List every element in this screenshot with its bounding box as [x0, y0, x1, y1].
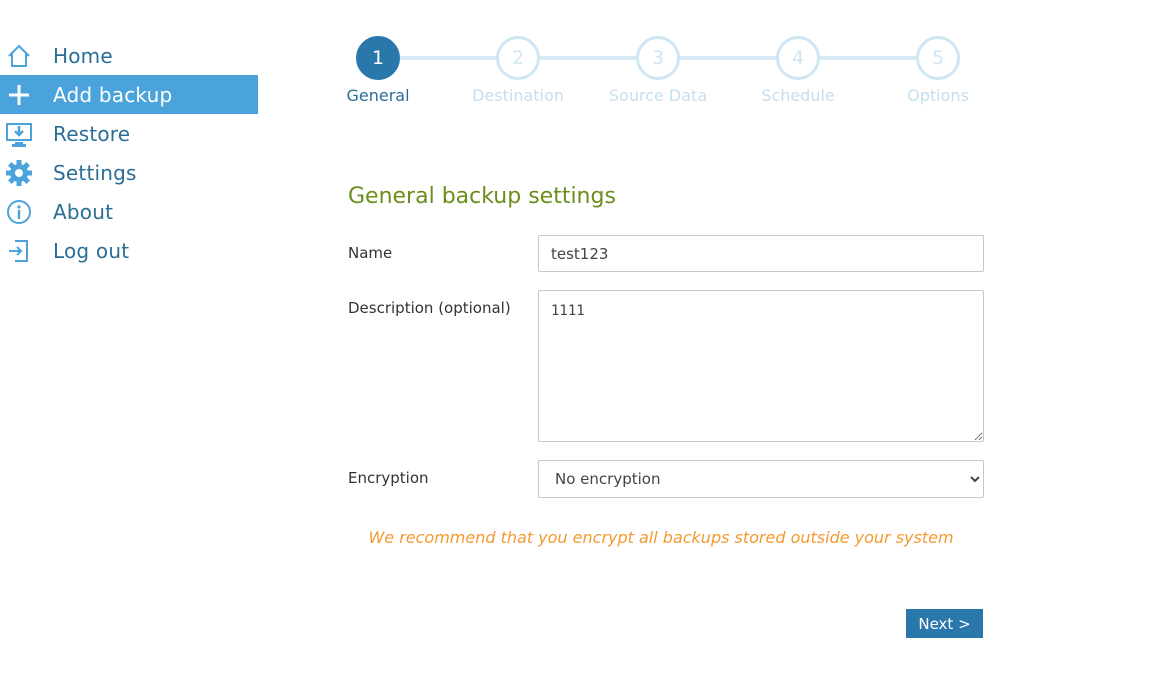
sidebar-item-settings[interactable]: Settings	[0, 153, 258, 192]
description-field[interactable]: 1111	[538, 290, 984, 442]
step-label: General	[346, 86, 410, 105]
description-label: Description (optional)	[348, 299, 511, 317]
step-schedule[interactable]: 4 Schedule	[728, 36, 868, 105]
sidebar-item-label: About	[53, 199, 114, 224]
step-number: 5	[916, 36, 960, 80]
name-field[interactable]	[538, 235, 984, 272]
sidebar-item-logout[interactable]: Log out	[0, 231, 258, 270]
sidebar: Home Add backup Restore Settings About L…	[0, 36, 258, 270]
step-number: 1	[356, 36, 400, 80]
step-destination[interactable]: 2 Destination	[448, 36, 588, 105]
step-label: Schedule	[761, 86, 835, 105]
sidebar-item-add-backup[interactable]: Add backup	[0, 75, 258, 114]
encryption-label: Encryption	[348, 469, 429, 487]
step-number: 4	[776, 36, 820, 80]
sidebar-item-restore[interactable]: Restore	[0, 114, 258, 153]
plus-icon	[0, 75, 38, 114]
sidebar-item-label: Home	[53, 43, 113, 68]
info-icon	[0, 192, 38, 231]
step-label: Source Data	[608, 86, 708, 105]
step-number: 2	[496, 36, 540, 80]
form-title: General backup settings	[348, 184, 616, 209]
encryption-select[interactable]: No encryption	[538, 460, 984, 498]
sidebar-item-home[interactable]: Home	[0, 36, 258, 75]
home-icon	[0, 36, 38, 75]
sidebar-item-label: Add backup	[53, 82, 173, 107]
sidebar-item-about[interactable]: About	[0, 192, 258, 231]
step-number: 3	[636, 36, 680, 80]
step-label: Options	[907, 86, 969, 105]
wizard-stepper: 1 General 2 Destination 3 Source Data 4 …	[308, 36, 1008, 116]
sidebar-item-label: Settings	[53, 160, 137, 185]
step-source-data[interactable]: 3 Source Data	[588, 36, 728, 105]
step-general[interactable]: 1 General	[308, 36, 448, 105]
sidebar-item-label: Restore	[53, 121, 131, 146]
gear-icon	[0, 153, 38, 192]
step-label: Destination	[472, 86, 564, 105]
restore-icon	[0, 114, 38, 153]
name-label: Name	[348, 244, 393, 262]
sidebar-item-label: Log out	[53, 238, 130, 263]
next-button[interactable]: Next >	[906, 609, 983, 638]
encryption-warning: We recommend that you encrypt all backup…	[368, 528, 954, 547]
logout-icon	[0, 231, 38, 270]
step-options[interactable]: 5 Options	[868, 36, 1008, 105]
